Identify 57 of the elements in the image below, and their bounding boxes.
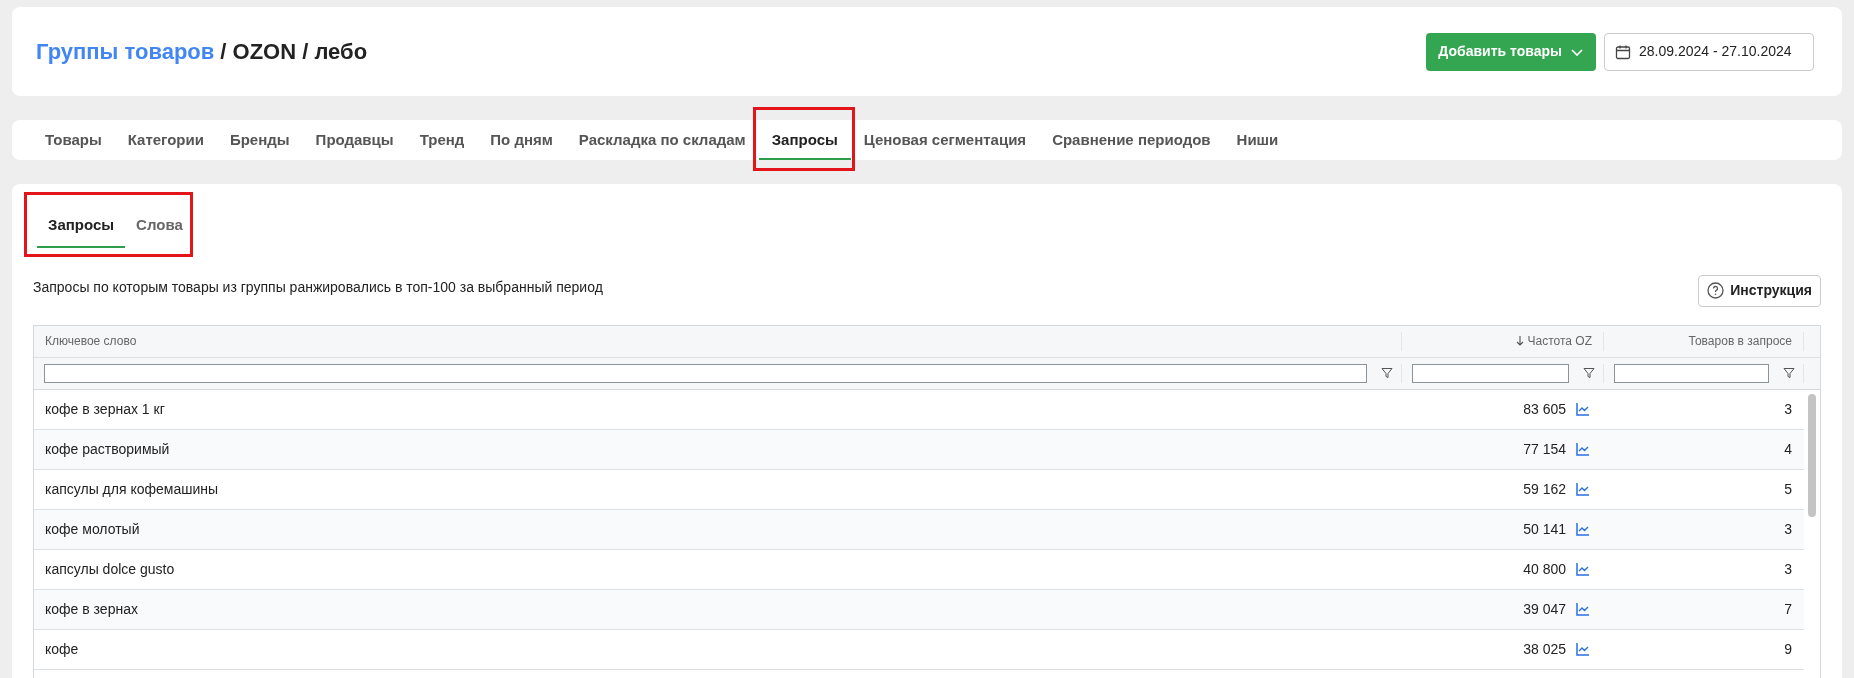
tab[interactable]: Раскладка по складам [565, 120, 759, 160]
table-cell-text: 9 [1783, 639, 1793, 659]
column-header[interactable]: Товаров в запросе [1604, 331, 1804, 351]
column-header[interactable]: Ключевое слово [34, 331, 1402, 351]
subtab[interactable]: Запросы [37, 203, 126, 248]
calendar-icon [1615, 43, 1631, 60]
filter-icon[interactable] [1583, 367, 1595, 380]
filter-input[interactable] [1412, 363, 1569, 383]
line-chart-icon[interactable] [1576, 562, 1590, 577]
table-cell-text: 50 141 [1523, 519, 1566, 539]
subtab[interactable]: Слова [125, 203, 194, 248]
tab[interactable]: Запросы [758, 120, 851, 160]
tab[interactable]: Товары [32, 120, 115, 160]
filter-icon[interactable] [1783, 367, 1795, 380]
line-chart-icon[interactable] [1576, 442, 1590, 457]
line-chart-icon[interactable] [1576, 522, 1590, 537]
table-cell-text: 39 047 [1523, 599, 1566, 619]
table-cell-text: кофе [44, 639, 80, 659]
page-title: / OZON / лебо [220, 38, 368, 66]
column-header[interactable]: Частота OZ [1402, 331, 1604, 351]
table-cell-text: 4 [1783, 439, 1793, 459]
table-cell-text: 3 [1783, 559, 1793, 579]
filter-input[interactable] [1614, 363, 1769, 383]
tab[interactable]: По дням [477, 120, 566, 160]
description-text: Запросы по которым товары из группы ранжировались в топ-100 за выбранный период [33, 278, 603, 298]
filter-icon[interactable] [1381, 367, 1393, 380]
filter-input[interactable] [44, 363, 1367, 383]
tab[interactable]: Сравнение периодов [1039, 120, 1224, 160]
tab[interactable]: Ценовая сегментация [850, 120, 1040, 160]
table-cell-text: 5 [1783, 479, 1793, 499]
table-cell-text: 77 154 [1523, 439, 1566, 459]
line-chart-icon[interactable] [1576, 402, 1590, 417]
table-cell-text: 7 [1783, 599, 1793, 619]
line-chart-icon[interactable] [1576, 642, 1590, 657]
table-cell-text: 59 162 [1523, 479, 1566, 499]
table-cell-text: 3 [1783, 399, 1793, 419]
table-cell-text: кофе в зернах 1 кг [44, 399, 166, 419]
tab[interactable]: Категории [114, 120, 217, 160]
tab[interactable]: Тренд [406, 120, 478, 160]
table-cell-text: 38 025 [1523, 639, 1566, 659]
help-icon [1707, 282, 1725, 300]
tab[interactable]: Продавцы [302, 120, 407, 160]
instruction-button[interactable]: Инструкция [1698, 274, 1821, 307]
table-cell-text: кофе в зернах [44, 599, 139, 619]
date-range-field[interactable]: 28.09.2024 - 27.10.2024 [1604, 32, 1814, 71]
table-cell-text: 83 605 [1523, 399, 1566, 419]
table-cell-text: 3 [1783, 519, 1793, 539]
table-cell-text: кофе растворимый [44, 439, 171, 459]
tab[interactable]: Ниши [1223, 120, 1292, 160]
table-cell-text: капсулы для кофемашины [44, 479, 220, 499]
breadcrumb-link[interactable]: Группы товаров [36, 35, 215, 68]
line-chart-icon[interactable] [1576, 602, 1590, 617]
table-cell-text: капсулы dolce gusto [44, 559, 176, 579]
table-cell-text: кофе молотый [44, 519, 141, 539]
table-cell-text: 40 800 [1523, 559, 1566, 579]
tab[interactable]: Бренды [216, 120, 303, 160]
line-chart-icon[interactable] [1576, 482, 1590, 497]
